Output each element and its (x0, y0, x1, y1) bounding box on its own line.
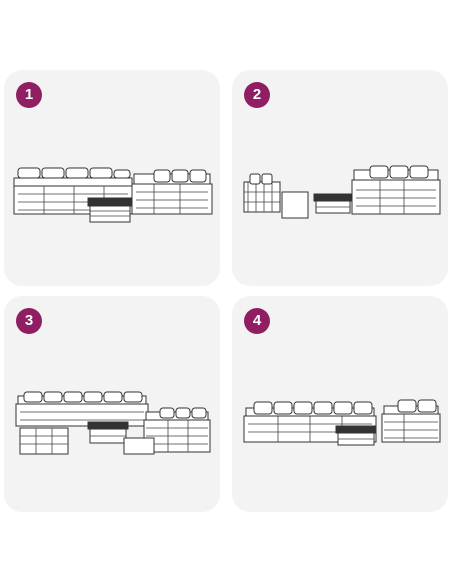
option-panel-4[interactable]: 4 (232, 296, 448, 512)
variant-grid: 1 2 3 4 (0, 0, 452, 584)
option-panel-2[interactable]: 2 (232, 70, 448, 286)
option-panel-3[interactable]: 3 (4, 296, 220, 512)
furniture-set-illustration (4, 70, 220, 286)
option-panel-1[interactable]: 1 (4, 70, 220, 286)
furniture-set-illustration (4, 296, 220, 512)
furniture-set-illustration (232, 70, 448, 286)
furniture-set-illustration (232, 296, 448, 512)
